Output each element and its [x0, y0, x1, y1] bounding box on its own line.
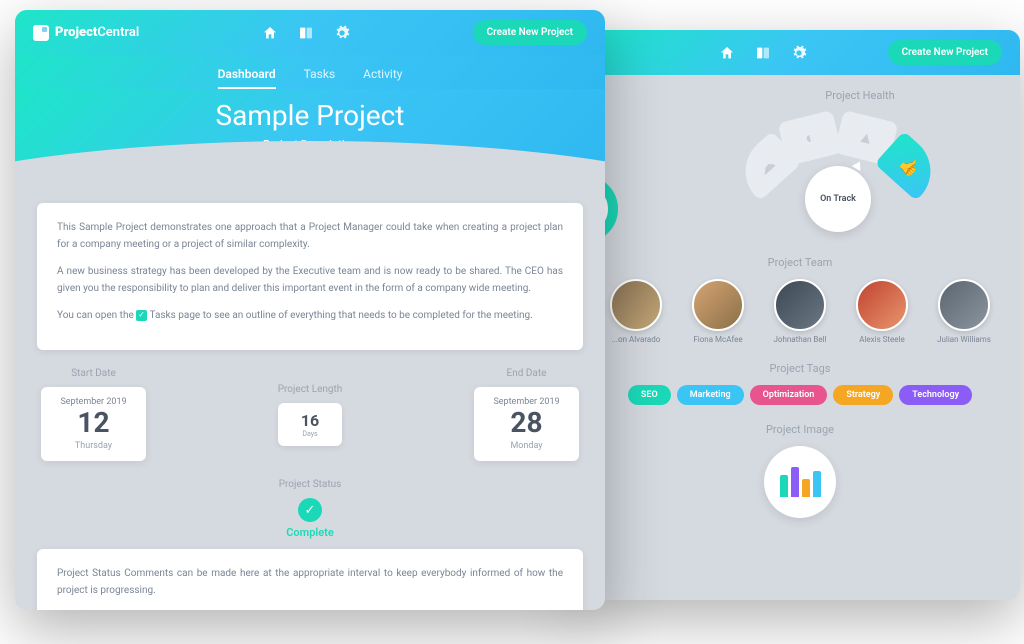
health-warn-icon: ▲: [856, 126, 876, 149]
tag[interactable]: Technology: [899, 385, 972, 405]
length-label: Project Length: [278, 384, 343, 395]
nav-icons: [262, 25, 350, 41]
avatar: [610, 279, 662, 331]
project-health-label: Project Health: [718, 89, 1002, 102]
end-date-card[interactable]: September 2019 28 Monday: [474, 387, 579, 461]
header-primary: ProjectCentral Create New Project: [15, 10, 605, 55]
tag[interactable]: Marketing: [677, 385, 744, 405]
gear-icon[interactable]: [791, 45, 807, 61]
project-title: Sample Project: [35, 99, 585, 132]
logo[interactable]: ProjectCentral: [33, 25, 139, 41]
project-team-label: Project Team: [598, 256, 1002, 269]
tag[interactable]: Strategy: [833, 385, 893, 405]
member-name: Alexis Steele: [846, 335, 918, 344]
project-tags-label: Project Tags: [598, 362, 1002, 375]
description-card: This Sample Project demonstrates one app…: [37, 203, 583, 350]
thumbs-up-icon: 👍: [896, 152, 924, 179]
create-project-button[interactable]: Create New Project: [473, 20, 587, 45]
start-date-card[interactable]: September 2019 12 Thursday: [41, 387, 146, 461]
tab-activity[interactable]: Activity: [363, 61, 402, 89]
member-name: ...on Alvarado: [600, 335, 672, 344]
team-member[interactable]: Fiona McAfee: [682, 279, 754, 344]
avatar: [692, 279, 744, 331]
avatar: [856, 279, 908, 331]
member-name: Julian Williams: [928, 335, 1000, 344]
project-image[interactable]: [764, 446, 836, 518]
status-c1: Project Status Comments can be made here…: [57, 565, 563, 599]
hero: Sample Project Project Description: [15, 89, 605, 181]
status-check-icon: ✓: [298, 498, 322, 522]
avatar: [938, 279, 990, 331]
home-icon[interactable]: [262, 25, 278, 41]
window-secondary: Create New Project plete % Project Healt…: [580, 30, 1020, 600]
create-project-button[interactable]: Create New Project: [888, 40, 1002, 65]
home-icon[interactable]: [719, 45, 735, 61]
status-label: Project Status: [37, 479, 583, 490]
tags-row: SEO Marketing OptimizationStrategy Technolo…: [598, 385, 1002, 405]
team-row: ...on Alvarado Fiona McAfee Johnathan Bell…: [598, 279, 1002, 344]
member-name: Fiona McAfee: [682, 335, 754, 344]
logo-icon: [33, 25, 49, 41]
dates-row: Start Date September 2019 12 Thursday Pr…: [37, 368, 583, 461]
length-card: 16 Days: [278, 403, 343, 446]
health-status-bubble: On Track: [805, 166, 871, 232]
desc-p2: A new business strategy has been develop…: [57, 263, 563, 297]
health-bad-icon: ☁: [754, 154, 779, 179]
project-subtitle: Project Description: [35, 138, 585, 151]
end-date-label: End Date: [474, 368, 579, 379]
desc-p1: This Sample Project demonstrates one app…: [57, 219, 563, 253]
tag[interactable]: SEO: [628, 385, 671, 405]
tab-tasks[interactable]: Tasks: [304, 61, 336, 89]
tag[interactable]: Optimization: [750, 385, 828, 405]
member-name: Johnathan Bell: [764, 335, 836, 344]
tab-dashboard[interactable]: Dashboard: [218, 61, 276, 89]
avatar: [774, 279, 826, 331]
nav-icons: [719, 45, 807, 61]
tabs: Dashboard Tasks Activity: [15, 55, 605, 89]
health-risk-icon: ◐: [803, 127, 817, 149]
team-member[interactable]: ...on Alvarado: [600, 279, 672, 344]
health-gauge: ☁ ◐ ▲ 👍 On Track: [738, 112, 938, 212]
team-member[interactable]: Alexis Steele: [846, 279, 918, 344]
status-c2: While the Project Team (which can be qui…: [57, 609, 563, 610]
project-image-label: Project Image: [598, 423, 1002, 436]
tasks-check-icon: [136, 310, 147, 321]
status-value: Complete: [37, 526, 583, 539]
team-member[interactable]: Johnathan Bell: [764, 279, 836, 344]
projects-icon[interactable]: [298, 25, 314, 41]
start-date-label: Start Date: [41, 368, 146, 379]
team-member[interactable]: Julian Williams: [928, 279, 1000, 344]
projects-icon[interactable]: [755, 45, 771, 61]
window-primary: ProjectCentral Create New Project Dashbo…: [15, 10, 605, 610]
header-secondary: Create New Project: [580, 30, 1020, 75]
desc-p3: You can open the Tasks page to see an ou…: [57, 307, 563, 324]
gear-icon[interactable]: [334, 25, 350, 41]
status-comments-card: Project Status Comments can be made here…: [37, 549, 583, 610]
